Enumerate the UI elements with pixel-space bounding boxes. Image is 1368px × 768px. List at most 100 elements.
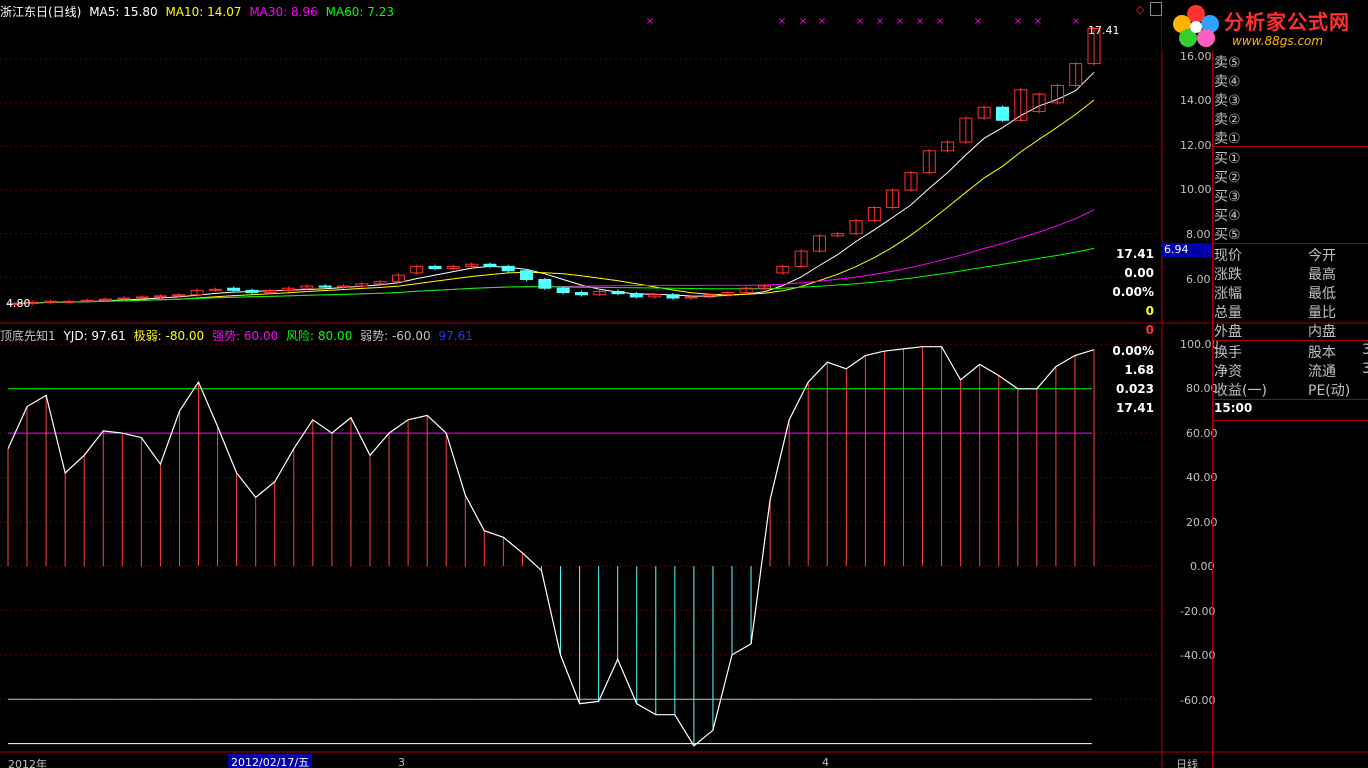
date-month-4: 4 xyxy=(822,756,829,768)
stock-title: 浙江东日(日线) xyxy=(0,5,82,19)
quote-label: 现价 xyxy=(1214,248,1242,264)
signal-marker: × xyxy=(818,16,826,27)
main-chart-header: 浙江东日(日线) MA5: 15.80 MA10: 14.07 MA30: 8.… xyxy=(0,3,398,19)
quote-label2: 今开 xyxy=(1308,248,1336,264)
candle-body xyxy=(245,289,259,294)
separator xyxy=(1212,243,1368,244)
quote-value: 17.41 xyxy=(1116,247,1154,261)
tick-time: 15:00 xyxy=(1214,401,1253,415)
price-axis-12: 12.00 xyxy=(1180,139,1212,152)
signal-marker: × xyxy=(936,16,944,27)
date-axis: 2012年 2012/02/17/五 3 4 日线 xyxy=(0,752,1368,768)
quote-label: 总量 xyxy=(1214,305,1242,321)
buy-5-label: 买⑤ xyxy=(1214,227,1241,243)
yjd-line xyxy=(7,346,1095,747)
candle-body xyxy=(520,270,534,280)
stats-value: 0.00% xyxy=(1112,344,1154,358)
stats-label: 净资 xyxy=(1214,364,1242,380)
quote-value: 0.00% xyxy=(1112,285,1154,299)
stats-label: 收益(一) xyxy=(1214,383,1267,399)
signal-marker: × xyxy=(876,16,884,27)
candle-body xyxy=(629,293,643,298)
flower-logo-icon xyxy=(1173,5,1219,47)
quote-value: 0 xyxy=(1145,323,1154,337)
price-axis-8: 8.00 xyxy=(1186,228,1211,241)
sell-5-label: 卖⑤ xyxy=(1214,55,1241,71)
signal-marker: × xyxy=(1072,16,1080,27)
separator xyxy=(1212,146,1368,147)
jiruo-label: 极弱: -80.00 xyxy=(133,329,205,343)
site-logo: 分析家公式网 www.88gs.com xyxy=(1162,0,1368,52)
candle-body xyxy=(574,292,588,296)
price-axis-6: 6.00 xyxy=(1186,273,1211,286)
qiangshi-label: 强势: 60.00 xyxy=(212,329,279,343)
quote-label2: 最低 xyxy=(1308,286,1336,302)
price-axis-10: 10.00 xyxy=(1180,183,1212,196)
signal-marker: × xyxy=(974,16,982,27)
candle-body xyxy=(318,285,332,288)
sell-3-label: 卖③ xyxy=(1214,93,1241,109)
signal-marker: × xyxy=(799,16,807,27)
stats-value: 0.023 xyxy=(1116,382,1154,396)
stats-label2: PE(动) xyxy=(1308,383,1351,399)
quote-value: 0.00 xyxy=(1124,266,1154,280)
logo-name: 分析家公式网 xyxy=(1224,10,1350,34)
period-button[interactable]: 日线 xyxy=(1176,756,1198,768)
fengxian-label: 风险: 80.00 xyxy=(286,329,353,343)
chart-canvas: × × × × × × × × × × × × × xyxy=(0,0,1368,768)
signal-marker: × xyxy=(1034,16,1042,27)
extra-value: 97.61 xyxy=(438,329,473,343)
quote-label2: 量比 xyxy=(1308,305,1336,321)
ma30-label: MA30: 8.96 xyxy=(249,5,318,19)
indicator-header: 顶底先知1 YJD: 97.61 极弱: -80.00 强势: 60.00 风险… xyxy=(0,327,477,343)
diamond-icon[interactable]: ◇ xyxy=(1136,3,1144,16)
buy-1-label: 买① xyxy=(1214,151,1241,167)
candle-body xyxy=(611,290,625,295)
ind-axis-0: 0.00 xyxy=(1190,560,1215,573)
quote-label2: 内盘 xyxy=(1308,324,1336,340)
quote-label2: 最高 xyxy=(1308,267,1336,283)
buy-3-label: 买③ xyxy=(1214,189,1241,205)
quote-label: 外盘 xyxy=(1214,324,1242,340)
sell-4-label: 卖④ xyxy=(1214,74,1241,90)
sell-2-label: 卖② xyxy=(1214,112,1241,128)
buy-2-label: 买② xyxy=(1214,170,1241,186)
price-axis-14: 14.00 xyxy=(1180,94,1212,107)
separator xyxy=(1212,420,1368,421)
ma30-line xyxy=(13,209,1095,304)
quote-value: 0 xyxy=(1145,304,1154,318)
signal-marker: × xyxy=(1014,16,1022,27)
candle-body xyxy=(428,265,442,270)
logo-url: www.88gs.com xyxy=(1232,34,1324,48)
ruoshi-label: 弱势: -60.00 xyxy=(360,329,431,343)
scroll-up-button[interactable] xyxy=(1150,2,1162,16)
signal-marker: × xyxy=(856,16,864,27)
quote-label: 涨跌 xyxy=(1214,267,1242,283)
indicator-name: 顶底先知1 xyxy=(0,329,56,343)
ind-axis-m60: -60.00 xyxy=(1180,694,1216,707)
candle-body xyxy=(556,287,570,294)
candle-body xyxy=(483,263,497,267)
ma5-line xyxy=(13,71,1095,304)
candle-body xyxy=(538,278,552,289)
sell-1-label: 卖① xyxy=(1214,131,1241,147)
candle-body xyxy=(666,294,680,299)
signal-marker: × xyxy=(778,16,786,27)
stats-label: 换手 xyxy=(1214,345,1242,361)
signal-marker: × xyxy=(646,16,654,27)
ma5-label: MA5: 15.80 xyxy=(89,5,158,19)
stock-chart-app: { "header": { "title": "浙江东日(日线)", "ma5_… xyxy=(0,0,1368,768)
candle-body xyxy=(62,300,76,303)
date-selected-box[interactable]: 2012/02/17/五 xyxy=(228,754,313,768)
signal-marker: × xyxy=(896,16,904,27)
quote-label: 涨幅 xyxy=(1214,286,1242,302)
stats-label2: 股本 xyxy=(1308,345,1336,361)
date-month-3: 3 xyxy=(398,756,405,768)
start-price-label: 4.80 xyxy=(6,297,31,310)
stats-extra: 3 xyxy=(1362,342,1368,358)
ma10-label: MA10: 14.07 xyxy=(165,5,242,19)
stats-value: 1.68 xyxy=(1124,363,1154,377)
stats-extra: 3 xyxy=(1362,361,1368,377)
candle-body xyxy=(501,265,515,272)
ind-axis-m20: -20.00 xyxy=(1180,605,1216,618)
